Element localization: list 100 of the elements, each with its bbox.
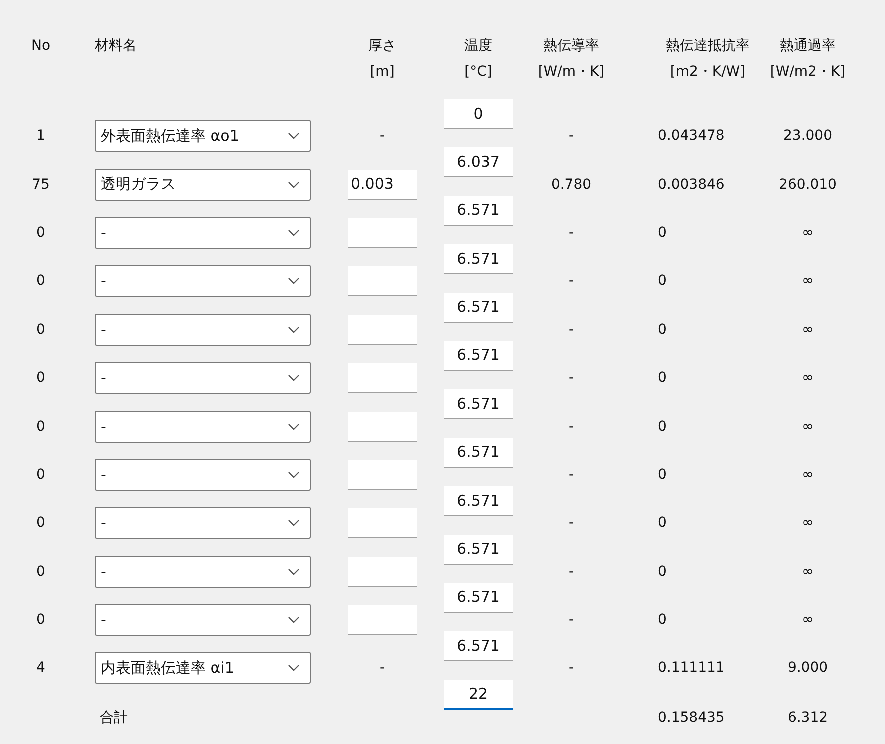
unit-label: [°C] xyxy=(464,63,492,82)
temperature-field[interactable]: 0 xyxy=(444,99,513,129)
transmittance-value: ∞ xyxy=(802,466,814,483)
thickness-field[interactable] xyxy=(348,556,417,587)
transmittance-value: 260.010 xyxy=(779,176,837,193)
thickness-field[interactable] xyxy=(348,508,417,538)
resistance-value: 0 xyxy=(658,370,667,386)
column-header: 熱伝達抵抗率 xyxy=(666,37,750,56)
layer-number: 75 xyxy=(32,176,50,193)
thickness-value: - xyxy=(380,660,386,676)
material-dropdown[interactable]: - xyxy=(95,604,311,636)
thickness-field[interactable] xyxy=(348,314,417,345)
layer-number: 0 xyxy=(36,322,46,338)
resistance-value: 0 xyxy=(658,515,667,532)
layer-number: 4 xyxy=(36,660,46,676)
layer-number: 0 xyxy=(36,466,46,483)
temperature-field[interactable]: 6.571 xyxy=(444,292,513,323)
conductivity-value: - xyxy=(568,370,574,386)
conductivity-value: - xyxy=(568,224,574,241)
resistance-value: 0 xyxy=(658,564,667,580)
material-dropdown[interactable]: - xyxy=(95,410,311,443)
temperature-field[interactable]: 6.037 xyxy=(444,147,513,178)
thickness-field[interactable] xyxy=(348,412,417,442)
temperature-field[interactable]: 22 xyxy=(444,680,513,710)
chevron-down-icon xyxy=(288,568,300,576)
unit-label: [W/m2・K] xyxy=(770,63,846,82)
thickness-field[interactable] xyxy=(348,266,417,296)
layer-number: 0 xyxy=(36,224,46,241)
temperature-field[interactable]: 6.571 xyxy=(444,438,513,468)
column-header: No xyxy=(31,37,51,56)
transmittance-value: ∞ xyxy=(802,273,814,290)
thickness-field[interactable]: 0.003 xyxy=(348,170,417,200)
resistance-value: 0 xyxy=(658,224,667,241)
resistance-value: 0.111111 xyxy=(658,660,725,676)
transmittance-value: ∞ xyxy=(802,224,814,241)
layer-number: 0 xyxy=(36,418,46,435)
column-header: 温度 xyxy=(464,37,492,56)
column-header: 厚さ xyxy=(368,37,396,56)
material-dropdown[interactable]: - xyxy=(95,458,311,491)
unit-label: [W/m・K] xyxy=(538,63,605,82)
conductivity-value: - xyxy=(568,612,574,628)
transmittance-value: ∞ xyxy=(802,418,814,435)
material-dropdown[interactable]: - xyxy=(95,216,311,249)
material-dropdown[interactable]: - xyxy=(95,507,311,540)
temperature-field[interactable]: 6.571 xyxy=(444,196,513,226)
thickness-field[interactable] xyxy=(348,218,417,248)
temperature-field[interactable]: 6.571 xyxy=(444,534,513,565)
unit-label: [m2・K/W] xyxy=(670,63,746,82)
chevron-down-icon xyxy=(288,664,300,672)
total-label: 合計 xyxy=(99,708,128,727)
resistance-value: 0 xyxy=(658,322,667,338)
chevron-down-icon xyxy=(288,616,300,624)
material-dropdown[interactable]: - xyxy=(95,265,311,298)
thickness-value: - xyxy=(380,128,386,144)
column-header: 熱通過率 xyxy=(780,37,836,56)
transmittance-value: ∞ xyxy=(802,322,814,338)
resistance-value: 0 xyxy=(658,418,667,435)
conductivity-value: - xyxy=(568,466,574,483)
chevron-down-icon xyxy=(288,228,300,237)
temperature-field[interactable]: 6.571 xyxy=(444,244,513,274)
material-dropdown[interactable]: 透明ガラス xyxy=(95,168,311,201)
transmittance-value: ∞ xyxy=(802,370,814,386)
conductivity-value: - xyxy=(568,564,574,580)
conductivity-value: - xyxy=(568,660,574,676)
layer-number: 0 xyxy=(36,612,46,628)
layer-number: 0 xyxy=(36,515,46,532)
temperature-field[interactable]: 6.571 xyxy=(444,389,513,420)
transmittance-value: ∞ xyxy=(802,515,814,532)
conductivity-value: 0.780 xyxy=(551,176,592,193)
material-dropdown[interactable]: - xyxy=(95,556,311,588)
chevron-down-icon xyxy=(288,132,300,140)
chevron-down-icon xyxy=(288,470,300,479)
resistance-value: 0 xyxy=(658,273,667,290)
conductivity-value: - xyxy=(568,128,574,144)
chevron-down-icon xyxy=(288,277,300,286)
material-dropdown[interactable]: 外表面熱伝達率 αo1 xyxy=(95,120,311,152)
material-dropdown[interactable]: 内表面熱伝達率 αi1 xyxy=(95,652,311,684)
thickness-field[interactable] xyxy=(348,363,417,394)
material-dropdown[interactable]: - xyxy=(95,362,311,394)
material-dropdown[interactable]: - xyxy=(95,314,311,346)
chevron-down-icon xyxy=(288,374,300,382)
transmittance-value: ∞ xyxy=(802,612,814,628)
thickness-field[interactable] xyxy=(348,460,417,490)
total-resistance: 0.158435 xyxy=(658,710,725,726)
chevron-down-icon xyxy=(288,326,300,334)
conductivity-value: - xyxy=(568,418,574,435)
column-header: 材料名 xyxy=(95,37,137,56)
resistance-value: 0 xyxy=(658,466,667,483)
layer-number: 0 xyxy=(36,370,46,386)
chevron-down-icon xyxy=(288,422,300,431)
temperature-field[interactable]: 6.571 xyxy=(444,340,513,371)
temperature-field[interactable]: 6.571 xyxy=(444,631,513,662)
layer-number: 0 xyxy=(36,564,46,580)
thickness-field[interactable] xyxy=(348,605,417,636)
resistance-value: 0.003846 xyxy=(658,176,725,193)
temperature-field[interactable]: 6.571 xyxy=(444,486,513,516)
total-transmittance: 6.312 xyxy=(788,710,828,726)
chevron-down-icon xyxy=(288,519,300,528)
temperature-field[interactable]: 6.571 xyxy=(444,582,513,613)
layer-number: 1 xyxy=(36,128,46,144)
